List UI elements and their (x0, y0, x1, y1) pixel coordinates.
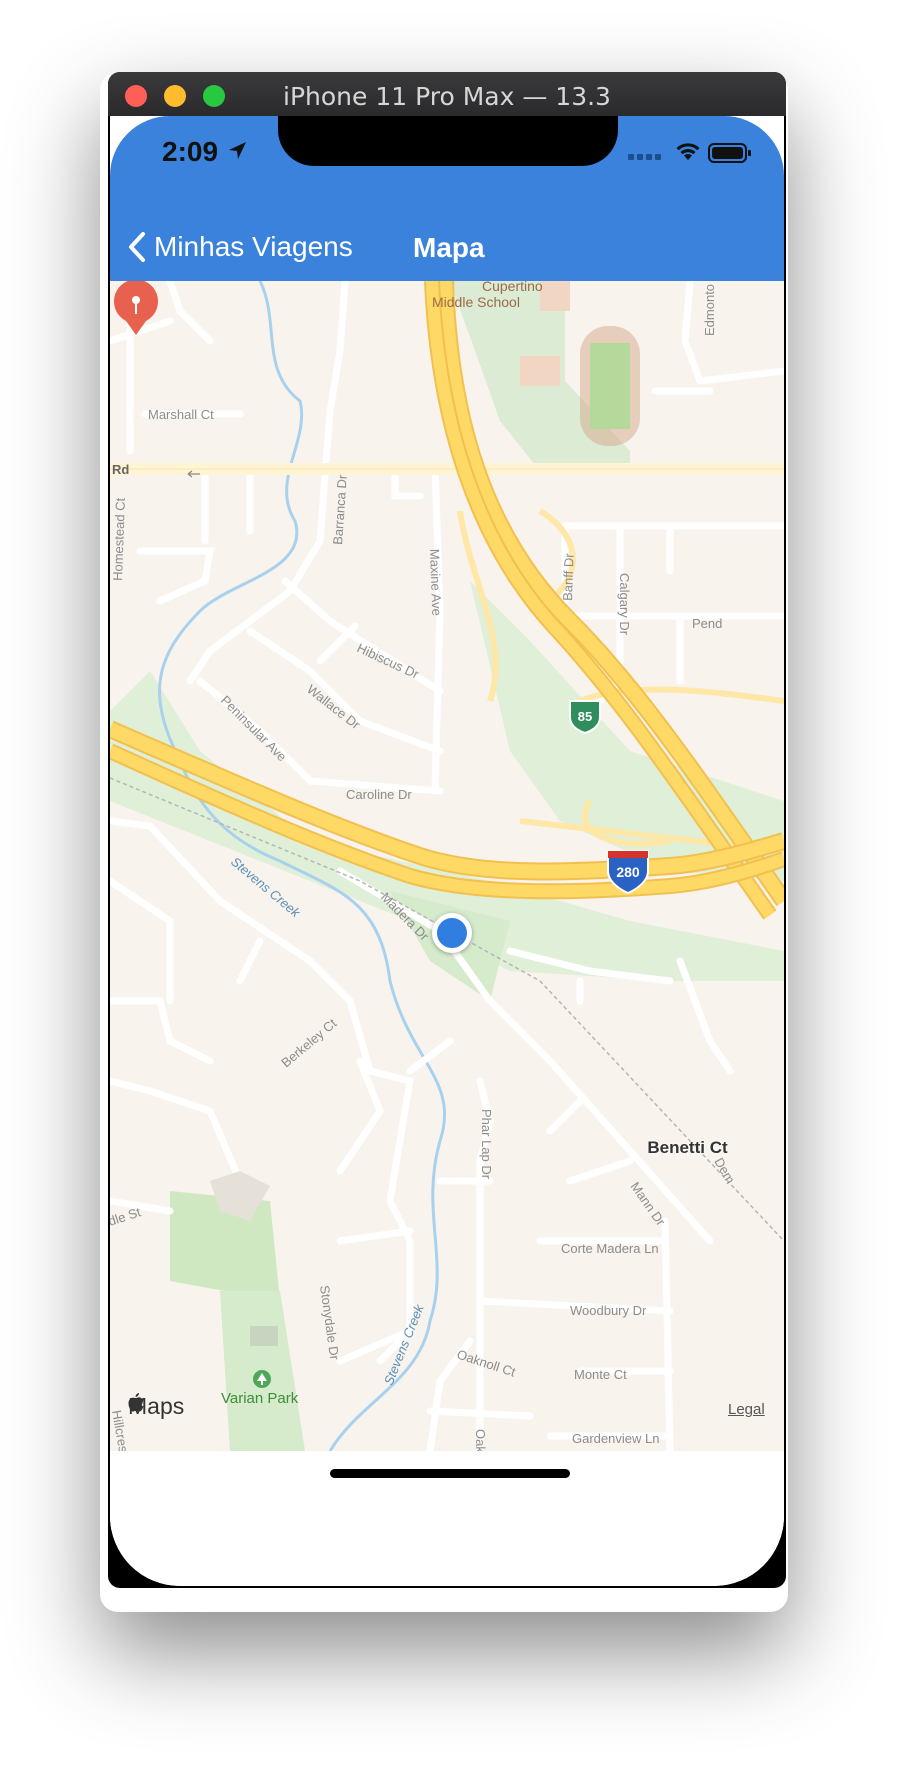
map-label: Monte Ct (574, 1367, 627, 1382)
map-view[interactable]: 85 280 Cupertino Middle School Edmonto M… (110, 281, 784, 1451)
map-label: Oaknoll Ct (455, 1347, 518, 1380)
map-label: Barranca Dr (330, 474, 350, 546)
device-frame: 2:09 Minhas Viagens Mapa 85 280 Cupertin… (110, 116, 784, 1586)
map-label: Maxine Ave (427, 549, 444, 616)
map-label: Cupertino (482, 281, 543, 294)
notch (278, 116, 618, 166)
map-label: Calgary Dr (617, 573, 632, 636)
map-label: Woodbury Dr (570, 1303, 647, 1318)
maps-attribution: Maps (128, 1393, 184, 1420)
map-label: Dem (711, 1155, 738, 1186)
title-bar: iPhone 11 Pro Max — 13.3 (108, 72, 786, 116)
map-label: Banff Dr (560, 552, 577, 601)
map-label: Peninsular Ave (218, 693, 290, 765)
map-label: Phar Lap Dr (479, 1109, 494, 1180)
user-location-dot[interactable] (432, 913, 472, 953)
hwy85-text: 85 (578, 709, 592, 724)
navigation-bar: Minhas Viagens Mapa (110, 216, 784, 281)
map-label: Middle School (432, 294, 520, 310)
school-building (540, 281, 570, 311)
chevron-left-icon (129, 232, 145, 262)
map-label: Stonydale Dr (317, 1284, 342, 1361)
status-bar: 2:09 (110, 116, 784, 216)
highway-85-shield: 85 (569, 700, 601, 735)
map-canvas: 85 280 Cupertino Middle School Edmonto M… (110, 281, 784, 1451)
page-title: Mapa (413, 232, 485, 263)
status-time: 2:09 (162, 136, 219, 167)
map-label: Hibiscus Dr (355, 640, 422, 682)
map-label: Rd (112, 462, 129, 477)
map-label: Caroline Dr (346, 787, 412, 802)
map-label: Oak (473, 1429, 488, 1451)
map-label: Marshall Ct (148, 407, 214, 422)
location-pin-icon[interactable] (110, 281, 162, 337)
home-indicator[interactable] (330, 1469, 570, 1478)
school-building (520, 356, 560, 386)
map-label: Berkeley Ct (278, 1015, 339, 1070)
track-field (590, 343, 630, 429)
simulator-window: iPhone 11 Pro Max — 13.3 2:09 Minhas Via… (108, 72, 786, 1588)
map-label: Pend (692, 616, 722, 631)
legal-link[interactable]: Legal (728, 1401, 765, 1418)
wifi-icon (676, 143, 700, 160)
location-arrow-icon (229, 142, 246, 159)
map-label: dle St (110, 1204, 143, 1229)
map-label: Corte Madera Ln (561, 1241, 659, 1256)
back-button-label: Minhas Viagens (154, 231, 353, 262)
window-title: iPhone 11 Pro Max — 13.3 (283, 82, 611, 111)
map-label: Edmonto (702, 284, 717, 336)
building (250, 1326, 278, 1346)
map-label: Wallace Dr (304, 682, 363, 733)
apple-logo-icon (128, 1393, 144, 1412)
map-label: Homestead Ct (110, 497, 128, 581)
map-label: Varian Park (221, 1390, 299, 1407)
cellular-signal-icon (628, 154, 661, 160)
map-label: Gardenview Ln (572, 1431, 659, 1446)
phone-screen: 2:09 Minhas Viagens Mapa 85 280 Cupertin… (110, 116, 784, 1586)
i280-text: 280 (616, 864, 640, 880)
back-button[interactable]: Minhas Viagens (128, 222, 353, 272)
battery-icon (708, 143, 751, 163)
pin-label: Benetti Ct (647, 1138, 728, 1157)
park-icon (253, 1370, 271, 1388)
